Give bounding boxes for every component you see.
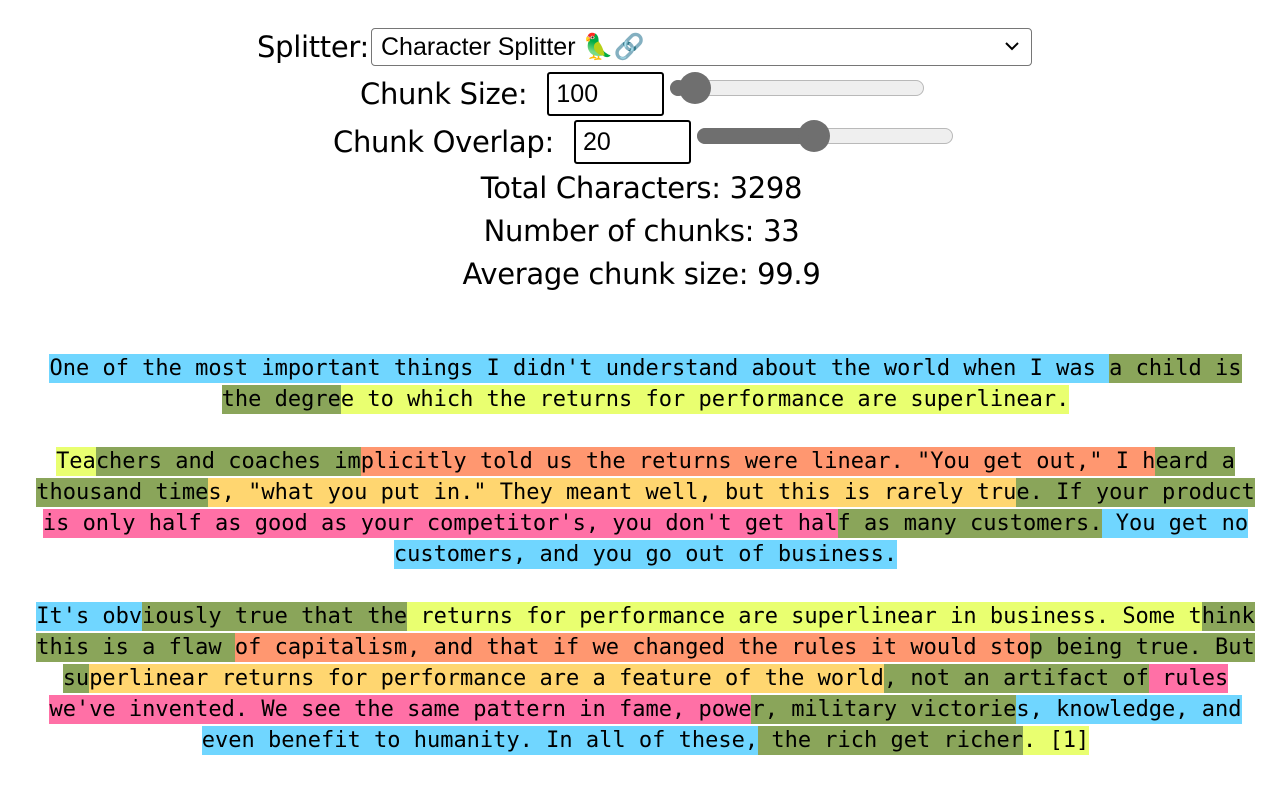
chunk-overlap-slider[interactable] (696, 120, 953, 152)
splitter-label: Splitter: (257, 30, 369, 64)
text-chunk: r, military victorie (751, 695, 1017, 724)
text-chunk: One of the most important things I didn'… (49, 354, 1110, 383)
splitter-select[interactable]: Character Splitter 🦜🔗 (371, 28, 1032, 66)
chunk-overlap-input[interactable]: 20 (573, 120, 691, 164)
chunk-size-input[interactable]: 100 (547, 72, 665, 116)
slider-thumb[interactable] (679, 72, 712, 104)
text-chunk: s, "what you put in." They meant well, b… (208, 478, 1017, 507)
chunk-size-slider[interactable] (670, 72, 925, 104)
text-chunk: f as many customers. (837, 509, 1103, 538)
text-chunk: e to which the returns for performance a… (340, 385, 1070, 414)
splitter-selected-value: Character Splitter 🦜🔗 (381, 32, 645, 61)
total-characters-stat: Total Characters: 3298 (480, 171, 803, 205)
text-chunk: of capitalism, and that if we changed th… (234, 633, 1030, 662)
text-chunk: returns for performance are superlinear … (407, 602, 1202, 631)
chunk-size-row: Chunk Size: 100 (360, 72, 925, 116)
slider-thumb[interactable] (797, 120, 830, 152)
text-chunk: . [1] (1022, 726, 1090, 755)
chunked-paragraph: Teachers and coaches implicitly told us … (28, 446, 1263, 570)
chunk-overlap-row: Chunk Overlap: 20 (333, 120, 953, 164)
text-chunk: is only half as good as your competitor'… (42, 509, 838, 538)
text-chunk: perlinear returns for performance are a … (89, 664, 884, 693)
text-chunk: e. If your product (1016, 478, 1255, 507)
slider-fill (696, 128, 813, 144)
text-chunk: Tea (56, 447, 96, 476)
chunked-paragraph: One of the most important things I didn'… (28, 353, 1263, 415)
chunk-overlap-label: Chunk Overlap: (333, 125, 554, 159)
chunk-size-label: Chunk Size: (360, 77, 528, 111)
text-chunk: , not an artifact of (883, 664, 1149, 693)
chunked-paragraph: It's obviously true that the returns for… (28, 601, 1263, 756)
text-chunk: the rich get richer (758, 726, 1023, 755)
text-chunk: iously true that the (142, 602, 408, 631)
text-chunk: It's obv (36, 602, 143, 631)
average-chunk-size-stat: Average chunk size: 99.9 (462, 257, 821, 291)
splitter-row: Splitter: Character Splitter 🦜🔗 (257, 27, 1032, 67)
number-of-chunks-stat: Number of chunks: 33 (483, 214, 800, 248)
text-chunk: chers and coaches im (95, 447, 361, 476)
chevron-down-icon (1005, 42, 1019, 51)
text-chunk: plicitly told us the returns were linear… (360, 447, 1156, 476)
